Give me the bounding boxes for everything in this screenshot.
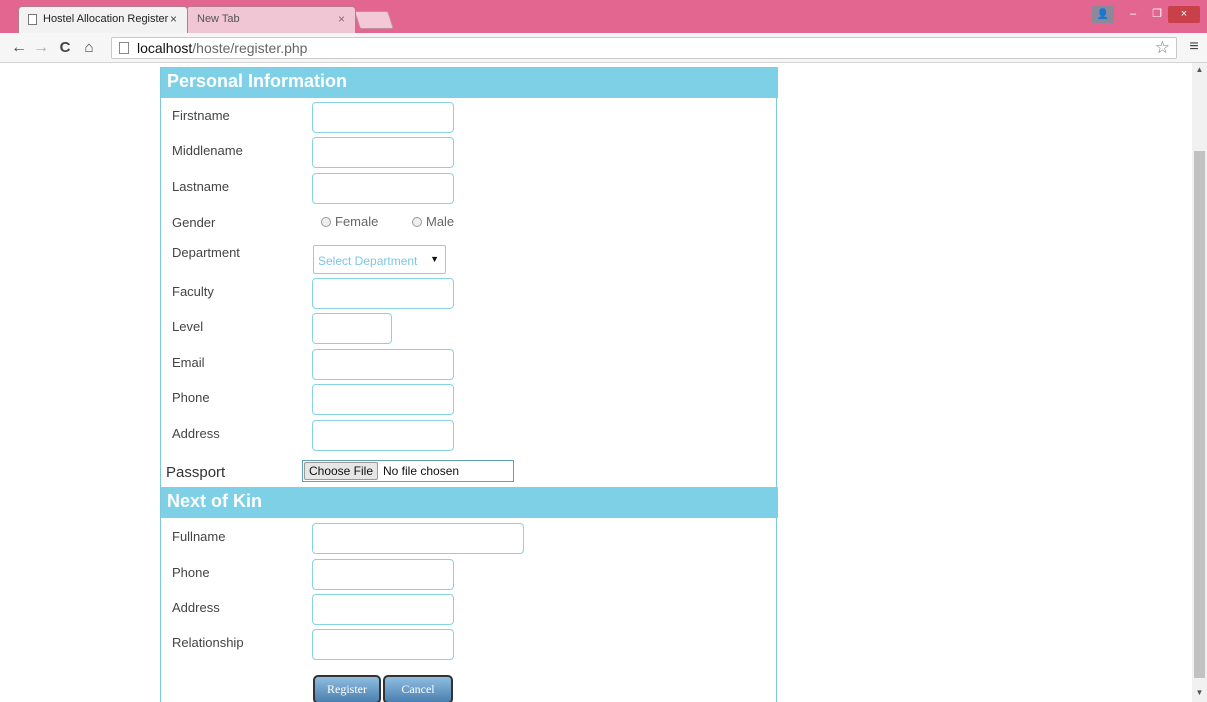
department-select[interactable]: Select Department ▼: [313, 245, 446, 274]
url-text[interactable]: localhost/hoste/register.php: [137, 40, 307, 56]
scroll-up-icon[interactable]: ▲: [1192, 65, 1207, 77]
back-arrow-icon[interactable]: ←: [9, 38, 29, 58]
reload-icon[interactable]: C: [55, 38, 75, 58]
level-input[interactable]: [312, 313, 392, 344]
page-icon: [28, 14, 37, 25]
gender-male-option[interactable]: Male: [411, 214, 454, 229]
personal-information-heading: Personal Information: [161, 67, 778, 98]
female-radio[interactable]: [321, 217, 331, 227]
new-tab-button[interactable]: [354, 11, 394, 29]
close-icon[interactable]: ×: [170, 12, 177, 26]
tab-hostel-allocation[interactable]: Hostel Allocation Register ×: [18, 6, 188, 33]
lastname-input[interactable]: [312, 173, 454, 204]
menu-icon[interactable]: ≡: [1186, 37, 1202, 57]
kin-relationship-input[interactable]: [312, 629, 454, 660]
faculty-label: Faculty: [172, 284, 214, 299]
home-icon[interactable]: ⌂: [79, 38, 99, 58]
file-status: No file chosen: [383, 464, 460, 478]
gender-radio-group: Female Male: [321, 214, 454, 229]
address-label: Address: [172, 426, 220, 441]
tab-new-tab[interactable]: New Tab ×: [186, 6, 356, 33]
address-bar[interactable]: localhost/hoste/register.php ☆: [111, 37, 1177, 59]
minimize-icon[interactable]: –: [1122, 6, 1144, 23]
bookmark-star-icon[interactable]: ☆: [1155, 38, 1170, 58]
cancel-button[interactable]: Cancel: [383, 675, 453, 702]
close-icon[interactable]: ×: [338, 12, 345, 26]
scroll-down-icon[interactable]: ▼: [1192, 688, 1207, 700]
tab-title: Hostel Allocation Register: [43, 13, 169, 25]
browser-titlebar: Hostel Allocation Register × New Tab × 👤…: [0, 0, 1207, 33]
kin-relationship-label: Relationship: [172, 635, 244, 650]
kin-phone-input[interactable]: [312, 559, 454, 590]
forward-arrow-icon[interactable]: →: [31, 38, 51, 58]
page-icon: [119, 42, 129, 54]
choose-file-button[interactable]: Choose File: [304, 462, 378, 480]
maximize-icon[interactable]: ❐: [1146, 6, 1168, 23]
kin-address-input[interactable]: [312, 594, 454, 625]
lastname-label: Lastname: [172, 179, 230, 194]
firstname-input[interactable]: [312, 102, 454, 133]
passport-file-input[interactable]: Choose File No file chosen: [302, 460, 514, 482]
kin-phone-label: Phone: [172, 565, 210, 580]
vertical-scrollbar[interactable]: ▲ ▼: [1192, 63, 1207, 702]
email-label: Email: [172, 355, 205, 370]
phone-input[interactable]: [312, 384, 454, 415]
kin-fullname-label: Fullname: [172, 529, 226, 544]
department-label: Department: [172, 245, 240, 260]
faculty-input[interactable]: [312, 278, 454, 309]
middlename-label: Middlename: [172, 143, 243, 158]
scrollbar-thumb[interactable]: [1194, 151, 1205, 678]
kin-address-label: Address: [172, 600, 220, 615]
page-viewport: Personal Information Firstname Middlenam…: [0, 63, 1192, 702]
tab-title: New Tab: [197, 13, 240, 25]
firstname-label: Firstname: [172, 108, 230, 123]
window-close-icon[interactable]: ×: [1168, 6, 1200, 23]
gender-label: Gender: [172, 215, 216, 230]
email-input[interactable]: [312, 349, 454, 380]
gender-female-option[interactable]: Female: [321, 214, 378, 229]
register-button[interactable]: Register: [313, 675, 381, 702]
level-label: Level: [172, 319, 204, 334]
dropdown-arrow-icon: ▼: [430, 254, 439, 264]
browser-toolbar: ← → C ⌂ localhost/hoste/register.php ☆ ≡: [0, 33, 1207, 63]
user-icon[interactable]: 👤: [1092, 6, 1114, 23]
middlename-input[interactable]: [312, 137, 454, 168]
next-of-kin-heading: Next of Kin: [161, 487, 778, 518]
kin-fullname-input[interactable]: [312, 523, 524, 554]
passport-label: Passport: [166, 464, 226, 481]
registration-form: Personal Information Firstname Middlenam…: [160, 67, 778, 702]
address-input[interactable]: [312, 420, 454, 451]
phone-label: Phone: [172, 390, 210, 405]
male-radio[interactable]: [411, 217, 422, 227]
